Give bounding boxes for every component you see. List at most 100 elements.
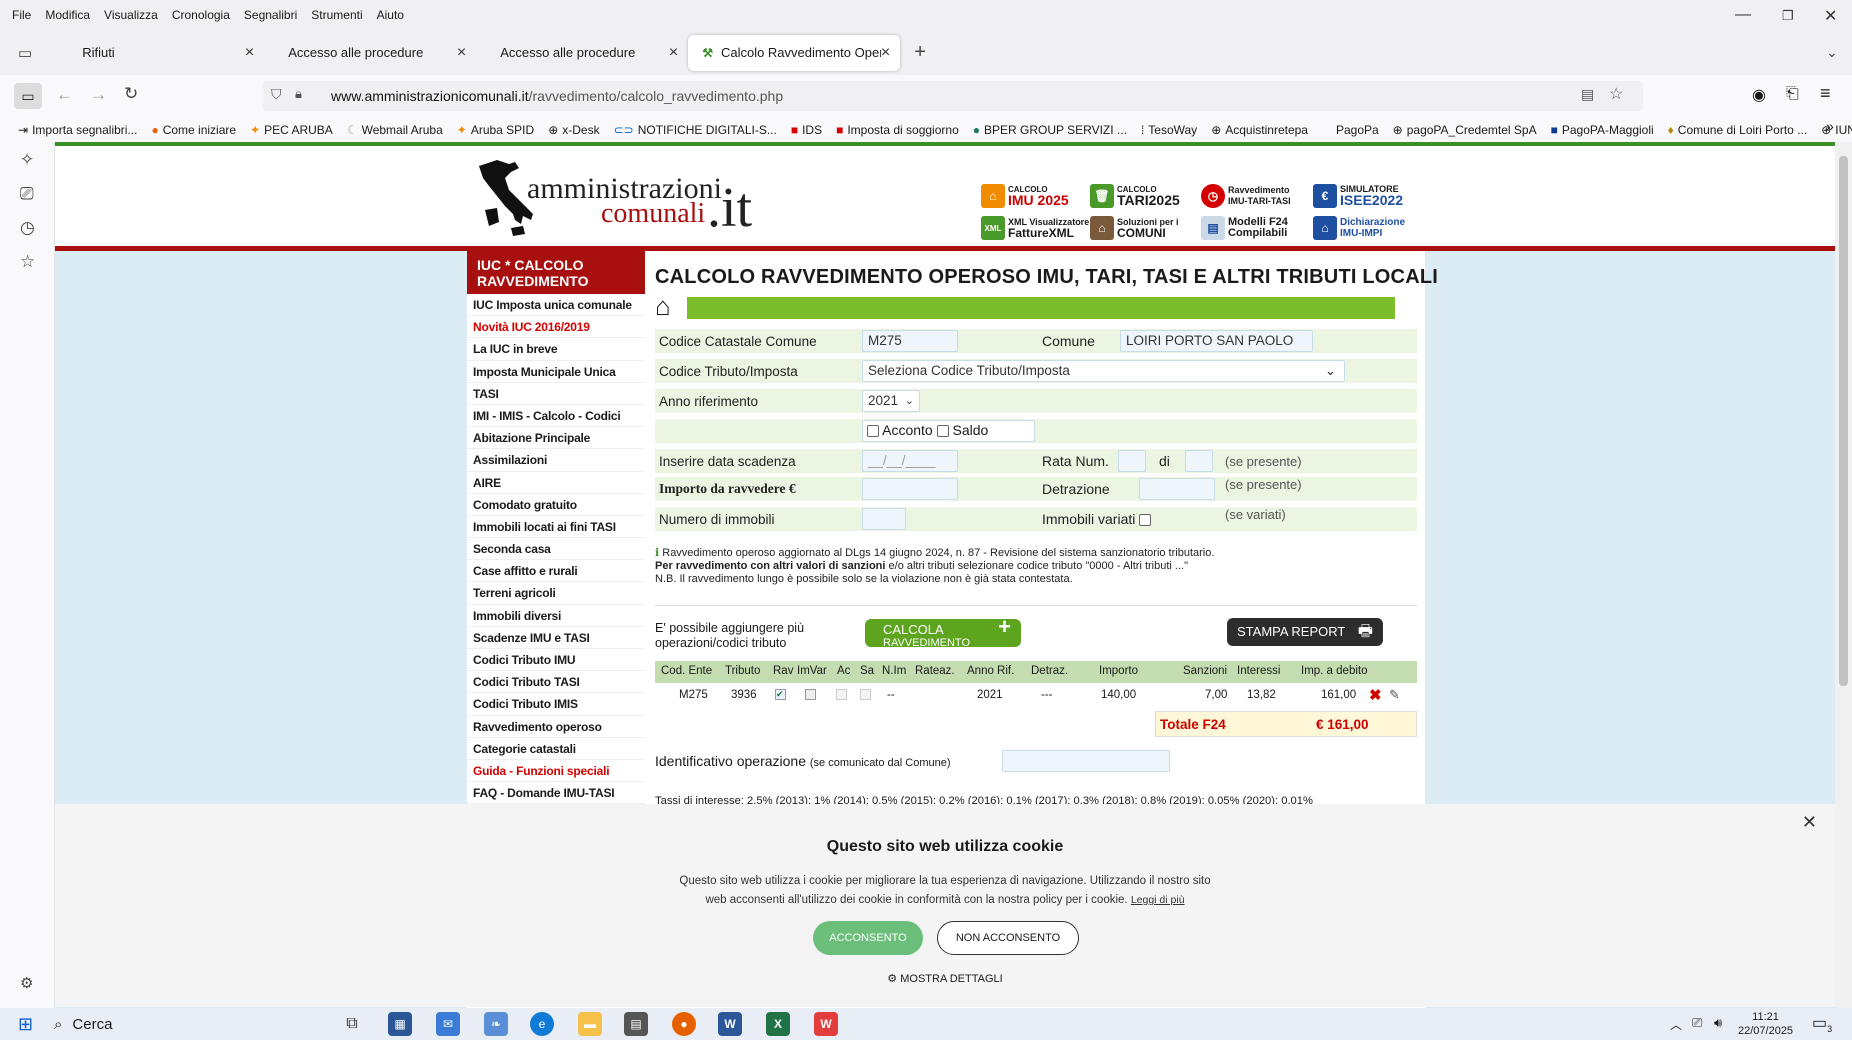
importo-input[interactable] <box>862 478 958 500</box>
ai-chat-icon[interactable]: ✧ <box>20 150 34 170</box>
link-calcolo-tari[interactable]: 🗑︎ CALCOLO TARI2025 <box>1090 184 1180 208</box>
sidebar-item[interactable]: Scadenze IMU e TASI <box>467 627 645 649</box>
link-soluzioni-comuni[interactable]: ⌂ Soluzioni per i COMUNI <box>1090 216 1179 240</box>
close-cookie-icon[interactable]: ✕ <box>1802 812 1817 833</box>
store-icon[interactable]: ▦ <box>388 1012 412 1036</box>
menu-segnalibri[interactable]: Segnalibri <box>244 8 297 22</box>
sidebar-item[interactable]: Codici Tributo IMU <box>467 649 645 672</box>
saldo-checkbox[interactable] <box>936 425 949 438</box>
sidebar-item[interactable]: IUC Imposta unica comunale <box>467 294 645 317</box>
numero-immobili-input[interactable] <box>862 508 906 530</box>
menu-strumenti[interactable]: Strumenti <box>311 8 362 22</box>
menu-aiuto[interactable]: Aiuto <box>377 8 404 22</box>
bookmark-item[interactable]: ● BPER GROUP SERVIZI ... <box>973 123 1127 137</box>
sidebar-toggle-icon[interactable]: ▭ <box>14 83 42 109</box>
edge-icon[interactable]: e <box>530 1012 554 1036</box>
reader-view-icon[interactable]: ▤ <box>1581 86 1594 103</box>
settings-gear-icon[interactable]: ⚙ <box>20 974 33 992</box>
bookmark-item[interactable]: ☾ Webmail Aruba <box>347 123 443 137</box>
bookmark-item[interactable]: ⊂⊃ NOTIFICHE DIGITALI-S... <box>614 123 777 137</box>
acconto-checkbox[interactable] <box>867 425 879 438</box>
url-bar[interactable]: ⛉ 🔒︎ www.amministrazionicomunali.it/ravv… <box>263 81 1643 111</box>
windows-start-icon[interactable]: ⊞ <box>18 1014 33 1035</box>
home-icon[interactable]: ⌂ <box>655 291 671 322</box>
calcola-ravvedimento-button[interactable]: CALCOLA RAVVEDIMENTO + <box>865 616 1021 649</box>
firefox-taskbar-icon[interactable]: ● <box>672 1012 696 1036</box>
reload-icon[interactable]: ↻ <box>124 84 138 104</box>
data-scadenza-input[interactable]: __/__/____ <box>862 450 958 472</box>
history-icon[interactable]: ◷ <box>20 218 35 238</box>
codice-tributo-select[interactable]: Seleziona Codice Tributo/Imposta ⌄ <box>862 360 1345 382</box>
link-dichiarazione[interactable]: ⌂ Dichiarazione IMU-IMPI <box>1313 216 1405 240</box>
task-view-icon[interactable]: ⧉ <box>340 1012 364 1036</box>
tab-rifiuti[interactable]: Rifiuti × <box>52 35 264 71</box>
synced-tabs-icon[interactable]: ⎚ <box>20 184 34 204</box>
restore-icon[interactable]: ❐ <box>1782 8 1794 24</box>
sidebar-item[interactable]: FAQ - Domande IMU-TASI <box>467 782 645 805</box>
bookmark-item[interactable]: ✦ PEC ARUBA <box>250 123 333 137</box>
bookmark-item[interactable]: ⇥ Importa segnalibri... <box>18 123 137 137</box>
excel-icon[interactable]: X <box>766 1012 790 1036</box>
extensions-icon[interactable]: ⎗ <box>1786 85 1799 103</box>
codice-catastale-input[interactable]: M275 <box>862 330 958 352</box>
new-tab-icon[interactable]: + <box>914 41 926 64</box>
sidebar-item[interactable]: Seconda casa <box>467 538 645 561</box>
sidebar-item[interactable]: La IUC in breve <box>467 338 645 361</box>
detrazione-input[interactable] <box>1139 478 1215 500</box>
comune-input[interactable]: LOIRI PORTO SAN PAOLO <box>1120 330 1313 352</box>
link-fatture-xml[interactable]: XML XML Visualizzatore FattureXML <box>981 216 1089 240</box>
ac-checkbox[interactable] <box>836 689 847 700</box>
rata-tot-input[interactable] <box>1185 450 1213 472</box>
bookmark-star-icon[interactable]: ☆ <box>1609 84 1623 104</box>
delete-icon[interactable]: ✖ <box>1369 686 1382 704</box>
taskbar-search[interactable]: ⌕ Cerca <box>54 1008 324 1040</box>
sidebar-item[interactable]: AIRE <box>467 472 645 494</box>
bookmark-item[interactable]: ■ PagoPA-Maggioli <box>1551 123 1654 137</box>
calculator-icon[interactable]: ▤ <box>624 1012 648 1036</box>
sidebar-item[interactable]: Categorie catastali <box>467 738 645 760</box>
clock[interactable]: 11:21 22/07/2025 <box>1738 1010 1793 1038</box>
sidebar-item[interactable]: Novità IUC 2016/2019 <box>467 316 645 339</box>
tab-accesso-2[interactable]: Accesso alle procedure × <box>476 35 688 71</box>
page-scrollbar[interactable] <box>1835 142 1852 1008</box>
edit-icon[interactable]: ✎ <box>1389 687 1400 703</box>
bookmark-item[interactable]: ■ IDS <box>791 123 822 137</box>
back-icon[interactable]: ← <box>56 85 73 105</box>
sidebar-item[interactable]: Ravvedimento operoso <box>467 716 645 738</box>
tray-chevron-up-icon[interactable]: ︿ <box>1670 1016 1682 1033</box>
sidebar-item[interactable]: Comodato gratuito <box>467 494 645 516</box>
sidebar-item[interactable]: TASI <box>467 383 645 405</box>
identificativo-input[interactable] <box>1002 750 1170 772</box>
tab-accesso-1[interactable]: Accesso alle procedure × <box>264 35 476 71</box>
link-ravvedimento[interactable]: ◷ Ravvedimento IMU-TARI-TASI <box>1201 184 1291 208</box>
minimize-icon[interactable]: — <box>1735 6 1751 24</box>
bookmarks-overflow-icon[interactable]: » <box>1826 118 1834 134</box>
sidebar-item[interactable]: Codici Tributo TASI <box>467 671 645 694</box>
sidebar-item[interactable]: Abitazione Principale <box>467 427 645 450</box>
close-tab-icon[interactable]: × <box>881 44 890 62</box>
file-explorer-icon[interactable]: ▬ <box>578 1012 602 1036</box>
bookmark-item[interactable]: ⁞ TesoWay <box>1141 123 1197 137</box>
sidebar-item[interactable]: Imposta Municipale Unica <box>467 361 645 383</box>
bookmark-item[interactable]: ✦ Aruba SPID <box>457 123 534 137</box>
tab-calcolo[interactable]: ⚒ Calcolo Ravvedimento Operoso× <box>688 34 901 71</box>
scrollbar-thumb[interactable] <box>1839 156 1848 686</box>
forward-icon[interactable]: → <box>90 85 107 105</box>
mail-app-icon[interactable]: ✉ <box>436 1012 460 1036</box>
menu-modifica[interactable]: Modifica <box>45 8 90 22</box>
link-calcolo-imu[interactable]: ⌂ CALCOLO IMU 2025 <box>981 184 1069 208</box>
sidebar-item[interactable]: IMI - IMIS - Calcolo - Codici <box>467 405 645 428</box>
hamburger-menu-icon[interactable]: ≡ <box>1820 83 1831 104</box>
reject-cookies-button[interactable]: NON ACCONSENTO <box>937 921 1079 955</box>
anno-select[interactable]: 2021 ⌄ <box>862 390 920 412</box>
imvar-checkbox[interactable] <box>805 689 816 700</box>
rav-checkbox[interactable]: ✔ <box>775 689 786 700</box>
menu-cronologia[interactable]: Cronologia <box>172 8 230 22</box>
sidebar-item[interactable]: Codici Tributo IMIS <box>467 693 645 716</box>
wps-icon[interactable]: W <box>814 1012 838 1036</box>
network-icon[interactable]: ⎚ <box>1692 1015 1702 1031</box>
sidebar-item[interactable]: Guida - Funzioni speciali <box>467 760 645 783</box>
close-window-icon[interactable]: ✕ <box>1824 6 1837 26</box>
immobili-variati-checkbox[interactable] <box>1139 514 1152 527</box>
menu-file[interactable]: File <box>12 8 31 22</box>
